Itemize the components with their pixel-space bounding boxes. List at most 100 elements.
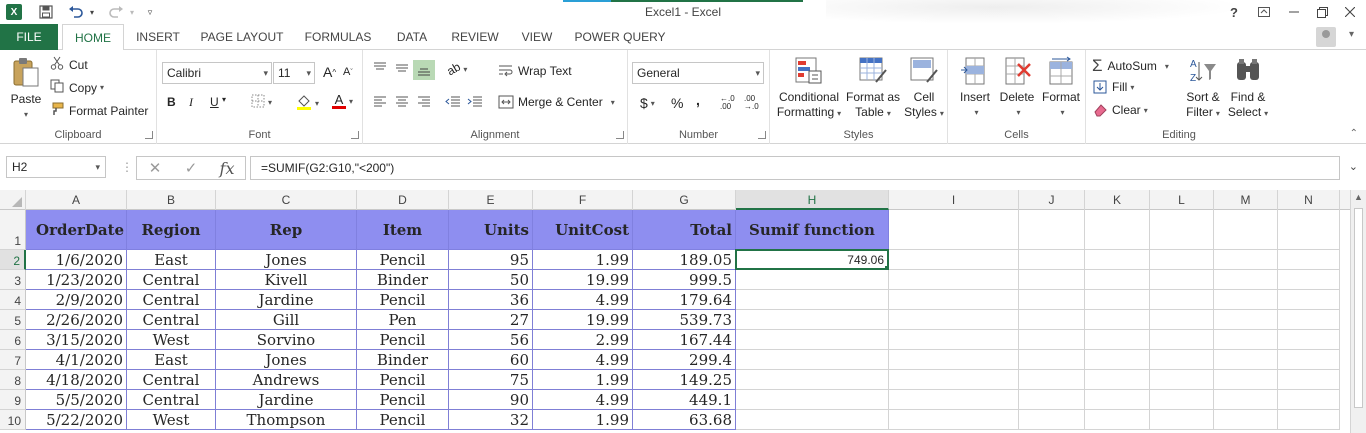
decrease-decimal-button[interactable]: .00 →.0 [744, 95, 764, 111]
cell[interactable] [889, 310, 1019, 330]
font-family-select[interactable]: Calibri ▾ [162, 62, 272, 84]
tab-insert[interactable]: INSERT [132, 24, 184, 50]
vertical-scrollbar[interactable]: ▲ [1350, 190, 1366, 433]
cell[interactable] [1150, 250, 1214, 270]
column-header-f[interactable]: F [533, 190, 633, 210]
cell[interactable] [1150, 370, 1214, 390]
cell[interactable] [1085, 410, 1150, 430]
paste-button[interactable]: Paste ▾ [6, 56, 46, 122]
cell[interactable] [736, 290, 889, 310]
clipboard-launcher-icon[interactable] [145, 131, 153, 139]
data-cell[interactable]: 2/26/2020 [26, 310, 127, 330]
cell[interactable] [1019, 390, 1085, 410]
data-cell[interactable]: 299.4 [633, 350, 736, 370]
row-header-7[interactable]: 7 [0, 350, 26, 370]
cell[interactable] [1278, 290, 1340, 310]
data-cell[interactable]: Central [127, 390, 216, 410]
insert-function-icon[interactable]: fx [209, 159, 245, 178]
cell[interactable] [1214, 290, 1278, 310]
cell[interactable] [1085, 290, 1150, 310]
cell[interactable] [889, 350, 1019, 370]
column-header-c[interactable]: C [216, 190, 357, 210]
cell[interactable] [1019, 210, 1085, 250]
cell[interactable] [1150, 210, 1214, 250]
column-header-a[interactable]: A [26, 190, 127, 210]
cell[interactable] [736, 350, 889, 370]
insert-cells-button[interactable]: Insert ▾ [954, 56, 996, 120]
cell[interactable] [889, 390, 1019, 410]
cell[interactable] [1214, 390, 1278, 410]
cell[interactable] [1214, 210, 1278, 250]
format-cells-button[interactable]: Format ▾ [1038, 56, 1084, 120]
data-cell[interactable]: Pencil [357, 390, 449, 410]
data-cell[interactable]: West [127, 330, 216, 350]
cell[interactable] [1214, 270, 1278, 290]
cell-styles-button[interactable]: Cell Styles ▾ [902, 56, 946, 121]
data-cell[interactable]: 4.99 [533, 390, 633, 410]
tab-formulas[interactable]: FORMULAS [302, 24, 374, 50]
cut-button[interactable]: Cut [50, 56, 88, 73]
tab-file[interactable]: FILE [0, 24, 58, 50]
tab-review[interactable]: REVIEW [448, 24, 502, 50]
cell[interactable] [1278, 250, 1340, 270]
column-header-e[interactable]: E [449, 190, 533, 210]
font-launcher-icon[interactable] [351, 131, 359, 139]
account-dropdown-icon[interactable]: ▾ [1349, 29, 1354, 40]
data-cell[interactable]: 90 [449, 390, 533, 410]
row-header-3[interactable]: 3 [0, 270, 26, 290]
cell[interactable] [1278, 350, 1340, 370]
data-cell[interactable]: 32 [449, 410, 533, 430]
formula-input[interactable]: =SUMIF(G2:G10,"<200") [250, 156, 1340, 180]
row-header-6[interactable]: 6 [0, 330, 26, 350]
data-cell[interactable]: Gill [216, 310, 357, 330]
align-left-button[interactable] [373, 96, 387, 108]
cell[interactable] [1085, 390, 1150, 410]
cell[interactable] [1278, 310, 1340, 330]
select-all-corner[interactable] [0, 190, 26, 210]
tab-home[interactable]: HOME [62, 24, 124, 51]
header-cell[interactable]: Sumif function [736, 210, 889, 250]
data-cell[interactable]: 539.73 [633, 310, 736, 330]
increase-indent-button[interactable] [467, 96, 483, 108]
cell[interactable] [1085, 370, 1150, 390]
align-top-button[interactable] [373, 62, 387, 74]
data-cell[interactable]: 36 [449, 290, 533, 310]
scrollbar-thumb[interactable] [1354, 208, 1363, 408]
cell[interactable] [1150, 290, 1214, 310]
data-cell[interactable]: 5/5/2020 [26, 390, 127, 410]
data-cell[interactable]: 1.99 [533, 370, 633, 390]
header-cell[interactable]: Item [357, 210, 449, 250]
cell[interactable] [1150, 390, 1214, 410]
data-cell[interactable]: Pencil [357, 410, 449, 430]
data-cell[interactable]: Jones [216, 250, 357, 270]
data-cell[interactable]: 19.99 [533, 270, 633, 290]
cell[interactable] [1150, 330, 1214, 350]
cell[interactable] [1278, 370, 1340, 390]
header-cell[interactable]: OrderDate [26, 210, 127, 250]
cell[interactable] [1019, 350, 1085, 370]
cell[interactable] [1085, 250, 1150, 270]
data-cell[interactable]: Jones [216, 350, 357, 370]
fill-color-button[interactable]: ▾ [296, 94, 319, 113]
format-as-table-button[interactable]: Format as Table ▾ [844, 56, 902, 121]
data-cell[interactable]: Central [127, 370, 216, 390]
tab-page-layout[interactable]: PAGE LAYOUT [198, 24, 286, 50]
cell[interactable] [1278, 390, 1340, 410]
align-bottom-button[interactable] [413, 60, 435, 80]
confirm-entry-icon[interactable]: ✓ [173, 159, 209, 177]
cell[interactable] [1214, 310, 1278, 330]
ribbon-display-options-icon[interactable] [1250, 2, 1278, 22]
cell[interactable] [889, 250, 1019, 270]
row-header-9[interactable]: 9 [0, 390, 26, 410]
data-cell[interactable]: 189.05 [633, 250, 736, 270]
cell[interactable] [1278, 330, 1340, 350]
header-cell[interactable]: Rep [216, 210, 357, 250]
data-cell[interactable]: Andrews [216, 370, 357, 390]
cell[interactable] [1214, 350, 1278, 370]
copy-button[interactable]: Copy ▾ [50, 79, 104, 96]
merge-center-button[interactable]: Merge & Center ▾ [498, 95, 615, 109]
tab-view[interactable]: VIEW [516, 24, 558, 50]
data-cell[interactable]: 1/6/2020 [26, 250, 127, 270]
data-cell[interactable]: Thompson [216, 410, 357, 430]
data-cell[interactable]: 19.99 [533, 310, 633, 330]
